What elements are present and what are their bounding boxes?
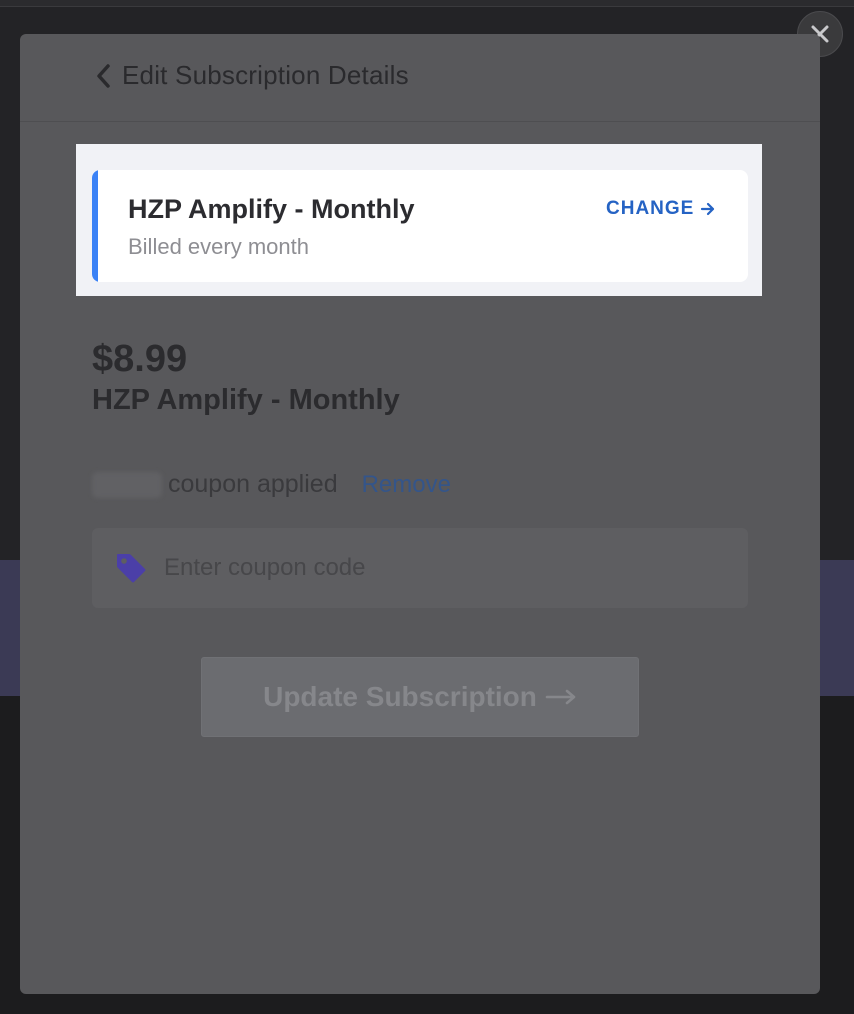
tag-icon [117,554,146,583]
plan-highlight-panel: HZP Amplify - Monthly Billed every month… [76,144,762,296]
remove-coupon-link[interactable]: Remove [362,471,451,499]
arrow-right-icon [701,202,715,216]
subscription-plan-name: HZP Amplify - Monthly [92,384,400,416]
coupon-field[interactable] [92,528,748,608]
current-plan-card: HZP Amplify - Monthly Billed every month… [92,170,748,282]
coupon-applied-text: coupon applied [168,470,338,498]
plan-card-accent [92,170,98,282]
chevron-left-icon [97,63,110,88]
plan-name: HZP Amplify - Monthly [128,194,415,224]
change-plan-link[interactable]: CHANGE [606,198,716,220]
change-plan-label: CHANGE [606,198,695,219]
long-arrow-right-icon [545,689,576,705]
modal-header: Edit Subscription Details [20,34,820,122]
coupon-code-input[interactable] [162,553,706,583]
page-title: Edit Subscription Details [122,60,409,90]
back-button[interactable]: Edit Subscription Details [94,60,409,91]
applied-coupon-code [92,471,162,498]
backdrop-top-strip [0,0,854,7]
update-subscription-button[interactable]: Update Subscription [201,657,639,737]
plan-billing-frequency: Billed every month [128,234,309,259]
edit-subscription-modal: Edit Subscription Details HZP Amplify - … [20,34,820,994]
coupon-status-row: coupon applied Remove [92,470,451,499]
update-subscription-label: Update Subscription [263,681,537,712]
subscription-price: $8.99 [92,338,188,380]
